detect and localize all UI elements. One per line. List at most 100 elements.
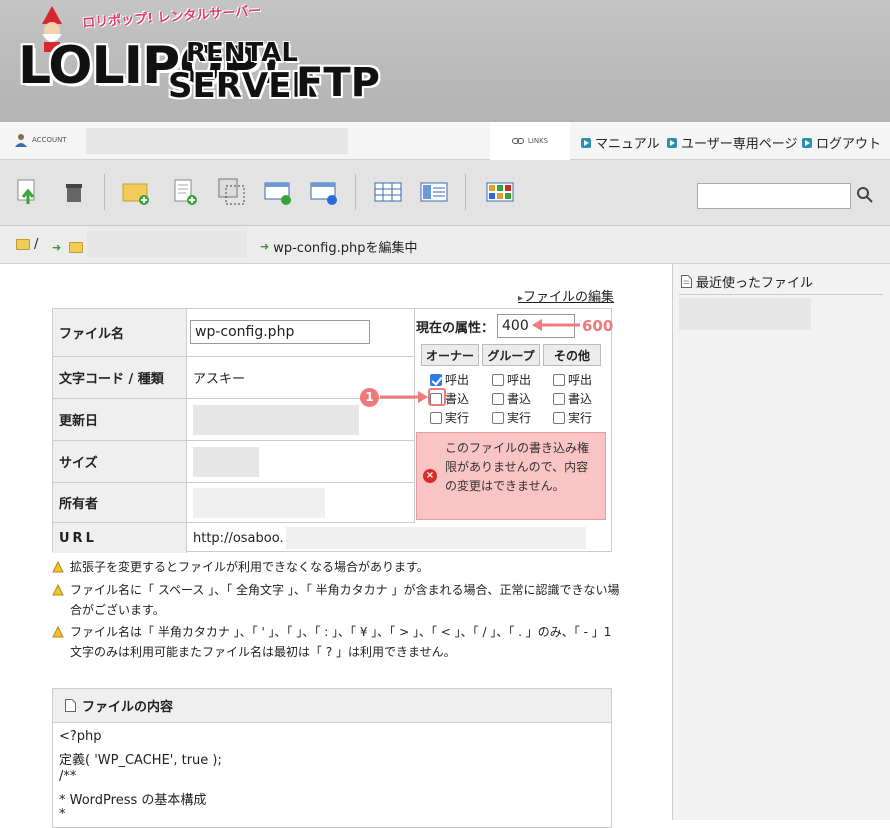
web-icon[interactable] <box>310 178 338 206</box>
group-write-checkbox[interactable]: 書込 <box>492 390 531 407</box>
checkbox-icon <box>492 411 504 424</box>
nav-logout-link[interactable]: ログアウト <box>802 133 881 152</box>
detail-view-icon[interactable] <box>420 178 448 206</box>
row-value-url[interactable]: http://osaboo. <box>187 523 611 553</box>
row-label-size: サイズ <box>53 441 187 482</box>
code-line[interactable]: /** <box>59 769 76 784</box>
code-line[interactable]: 定義( 'WP_CACHE', true ); <box>59 749 222 768</box>
nav-manual-label: マニュアル <box>595 137 660 152</box>
other-write-checkbox[interactable]: 書込 <box>553 390 592 407</box>
arrow-right-icon: ➜ <box>260 240 270 253</box>
recent-files-sidebar: 最近使ったファイル <box>672 264 890 820</box>
recent-file-redacted[interactable] <box>679 298 811 333</box>
header: ロリポップ! レンタルサーバー LOLIPOP! RENTAL SERVER F… <box>0 0 890 122</box>
table-row: URL http://osaboo. <box>53 523 611 553</box>
note-text: 拡張子を変更するとファイルが利用できなくなる場合があります。 <box>70 560 429 574</box>
search-input[interactable] <box>697 183 851 209</box>
exec-label: 実行 <box>568 411 593 425</box>
row-label-filename: ファイル名 <box>53 309 187 356</box>
error-icon: × <box>423 469 437 483</box>
logo-tagline: ロリポップ! レンタルサーバー <box>81 3 262 32</box>
group-exec-checkbox[interactable]: 実行 <box>492 409 531 426</box>
nav-user-page-label: ユーザー専用ページ <box>681 137 798 152</box>
other-exec-checkbox[interactable]: 実行 <box>553 409 592 426</box>
logo-rental-text: RENTAL <box>186 38 298 68</box>
account-label-text: ACCOUNT <box>32 136 67 144</box>
file-content-panel: ファイルの内容 <?php 定義( 'WP_CACHE', true ); /*… <box>52 688 612 828</box>
new-folder-icon[interactable] <box>122 178 150 206</box>
filename-input[interactable]: wp-config.php <box>190 320 370 344</box>
table-row: サイズ <box>53 441 415 483</box>
logo-ftp-text: FTP <box>296 60 380 106</box>
file-edit-link[interactable]: ▸ファイルの編集 <box>518 286 614 305</box>
arrow-right-icon: ➜ <box>52 240 62 254</box>
row-value-updated <box>187 399 415 440</box>
checkbox-icon <box>492 392 504 405</box>
file-content-title: ファイルの内容 <box>82 700 174 715</box>
code-line[interactable]: <?php <box>59 729 102 744</box>
search-icon[interactable] <box>856 186 874 204</box>
note-item: 拡張子を変更するとファイルが利用できなくなる場合があります。 <box>52 557 622 577</box>
breadcrumb-current: ➜ wp-config.phpを編集中 <box>260 237 417 256</box>
row-label-owner: 所有者 <box>53 483 187 522</box>
write-label: 書込 <box>568 392 593 406</box>
note-text: ファイル名に「 スペース 」、「 全角文字 」、「 半角カタカナ 」が含まれる場… <box>70 583 620 617</box>
arrow-bullet-icon <box>581 137 591 148</box>
checkbox-checked-icon <box>430 373 442 386</box>
copy-icon[interactable] <box>218 178 246 206</box>
nav-manual-link[interactable]: マニュアル <box>581 133 660 152</box>
group-read-checkbox[interactable]: 呼出 <box>492 371 531 388</box>
owner-exec-checkbox[interactable]: 実行 <box>430 409 469 426</box>
checkbox-icon <box>492 373 504 386</box>
checkbox-icon <box>553 373 565 386</box>
file-content-header: ファイルの内容 <box>53 689 611 723</box>
permission-warning-text: このファイルの書き込み権限がありませんので、内容の変更はできません。 <box>445 441 590 493</box>
new-file-icon[interactable] <box>172 178 200 206</box>
document-icon <box>65 699 76 712</box>
annotation-arrow-icon <box>380 391 428 403</box>
annotation-step-number: 1 <box>360 388 379 407</box>
perm-head-group: グループ <box>482 344 540 366</box>
code-line[interactable]: * WordPress の基本構成 <box>59 789 206 808</box>
arrow-bullet-icon <box>802 137 812 148</box>
link-icon <box>511 138 524 144</box>
nav-user-page-link[interactable]: ユーザー専用ページ <box>667 133 797 152</box>
breadcrumb-folder-redacted <box>87 231 248 257</box>
divider <box>679 294 883 295</box>
breadcrumb-folder[interactable]: ➜ <box>52 231 248 257</box>
write-label: 書込 <box>507 392 532 406</box>
url-text: http://osaboo. <box>193 530 284 546</box>
perm-head-owner: オーナー <box>421 344 479 366</box>
file-edit-link-label: ファイルの編集 <box>523 290 615 305</box>
folder-icon <box>16 239 30 250</box>
links-label: LINKS <box>527 137 549 145</box>
table-row: 所有者 <box>53 483 415 523</box>
annotation-arrow-icon <box>532 319 580 331</box>
thumbnail-view-icon[interactable] <box>486 178 514 206</box>
annotation-highlight <box>428 388 446 406</box>
row-label-updated: 更新日 <box>53 399 187 440</box>
owner-read-checkbox[interactable]: 呼出 <box>430 371 469 388</box>
write-label: 書込 <box>445 392 470 406</box>
other-read-checkbox[interactable]: 呼出 <box>553 371 592 388</box>
links-menu[interactable]: LINKS <box>490 122 570 160</box>
toolbar-divider <box>465 174 466 210</box>
breadcrumb-root[interactable]: / <box>16 237 38 252</box>
perm-head-other: その他 <box>543 344 601 366</box>
move-icon[interactable] <box>264 178 292 206</box>
checkbox-icon <box>430 411 442 424</box>
account-name-redacted <box>86 128 348 154</box>
document-icon <box>681 275 692 288</box>
account-bar: ACCOUNT LINKS マニュアル ユーザー専用ページ ログアウト <box>0 122 890 160</box>
permission-warning: × このファイルの書き込み権限がありませんので、内容の変更はできません。 <box>416 432 606 520</box>
upload-icon[interactable] <box>14 178 42 206</box>
trash-icon[interactable] <box>60 178 88 206</box>
nav-logout-label: ログアウト <box>816 137 882 152</box>
row-value-owner <box>187 483 415 522</box>
exec-label: 実行 <box>507 411 532 425</box>
warning-icon <box>52 584 64 596</box>
recent-files-title: 最近使ったファイル <box>681 272 813 291</box>
lolipop-logo[interactable]: ロリポップ! レンタルサーバー LOLIPOP! RENTAL SERVER F… <box>18 4 398 116</box>
row-value-size <box>187 441 415 482</box>
list-view-icon[interactable] <box>374 178 402 206</box>
